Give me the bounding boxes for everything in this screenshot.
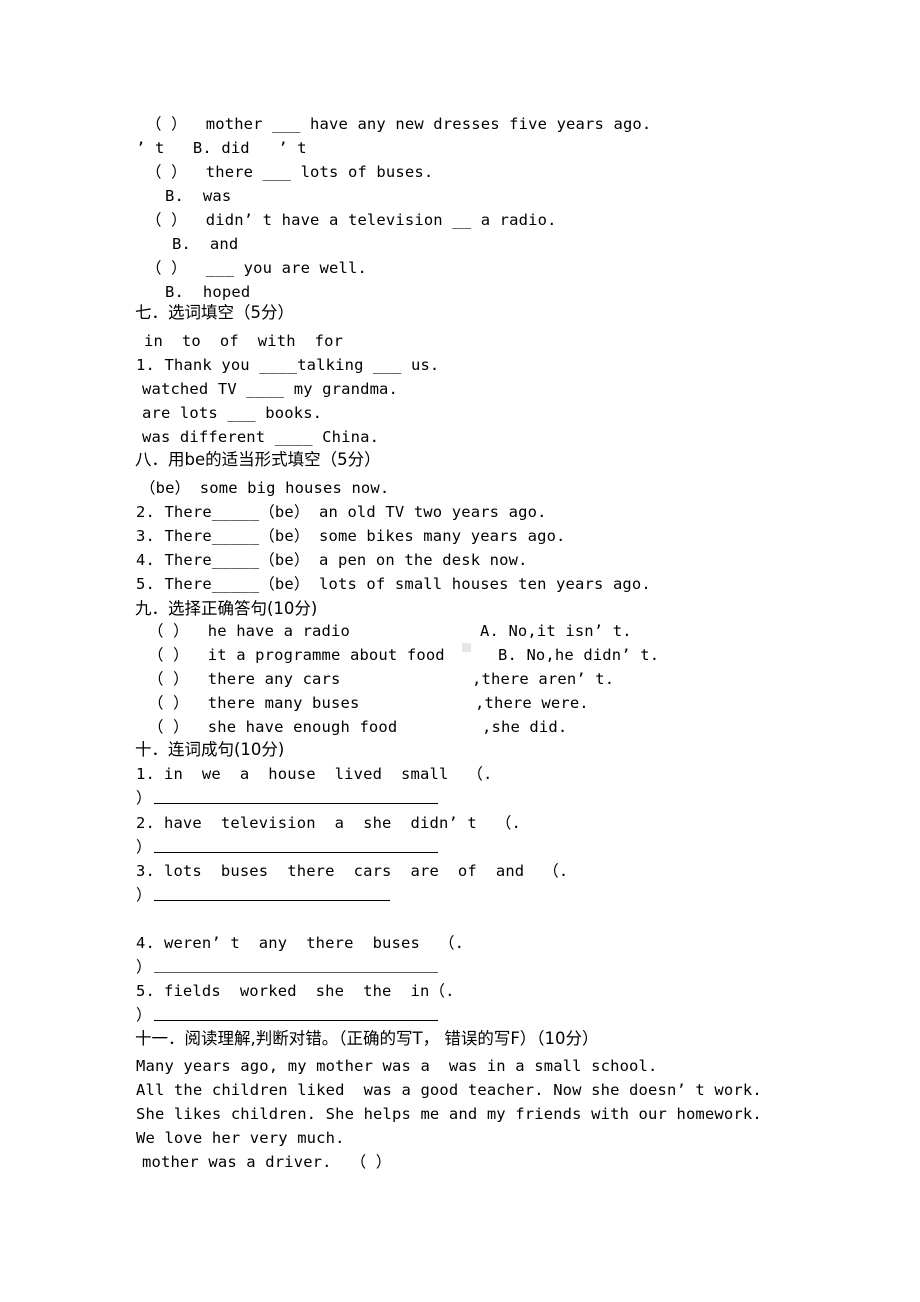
question-options: B. and	[172, 235, 239, 253]
passage-line: Many years ago, my mother was a was in a…	[136, 1057, 658, 1075]
question-line: （ ） there ___ lots of buses.	[146, 163, 434, 181]
word-order-item: 2. have television a she didn’ t （.	[136, 815, 521, 831]
be-form-item: 3. There_____（be） some bikes many years …	[136, 527, 566, 545]
item-number: 2.	[136, 814, 155, 832]
item-words: in we a house lived small （.	[163, 765, 493, 783]
match-question: （ ） it a programme about food	[148, 646, 445, 664]
match-answer: ,there aren’ t.	[472, 670, 615, 688]
question-line: （ ） didn’ t have a television __ a radio…	[146, 211, 557, 229]
answer-close-paren: ）	[136, 886, 152, 904]
item-words: fields worked she the in（.	[163, 982, 455, 1000]
item-words: lots buses there cars are of and （.	[163, 862, 569, 880]
item-number: 1.	[136, 765, 155, 783]
fill-blank-item: are lots ___ books.	[142, 404, 323, 422]
item-words: weren’ t any there buses （.	[163, 934, 465, 952]
question-line: （ ） mother ___ have any new dresses five…	[146, 115, 652, 133]
item-number: 3.	[136, 862, 155, 880]
word-order-item: 1. in we a house lived small （.	[136, 766, 493, 782]
word-order-item: 3. lots buses there cars are of and （.	[136, 863, 568, 879]
match-question: （ ） there many buses	[148, 694, 360, 712]
fill-blank-item: was different ____ China.	[142, 428, 380, 446]
section-heading-seven: 七．选词填空（5分）	[135, 303, 294, 322]
be-form-item: 4. There_____（be） a pen on the desk now.	[136, 551, 528, 569]
answer-rule[interactable]	[154, 900, 390, 901]
be-form-item: （be） some big houses now.	[140, 479, 390, 497]
passage-line: She likes children. She helps me and my …	[136, 1105, 762, 1123]
word-bank: in to of with for	[144, 332, 344, 350]
word-order-item: 4. weren’ t any there buses （.	[136, 935, 464, 951]
true-false-statement: mother was a driver. （ ）	[142, 1153, 392, 1171]
match-answer: ,she did.	[482, 718, 568, 736]
passage-line: We love her very much.	[136, 1129, 345, 1147]
answer-rule[interactable]	[154, 1020, 438, 1021]
match-answer: A. No,it isn’ t.	[480, 622, 632, 640]
section-heading-eleven: 十一．阅读理解,判断对错。（正确的写T， 错误的写F）（10分）	[135, 1029, 599, 1048]
item-words: have television a she didn’ t （.	[163, 814, 521, 832]
answer-rule[interactable]	[154, 852, 438, 853]
match-question: （ ） he have a radio	[148, 622, 350, 640]
passage-line: All the children liked was a good teache…	[136, 1081, 762, 1099]
answer-close-paren: ）	[136, 958, 152, 976]
match-question: （ ） there any cars	[148, 670, 341, 688]
match-question: （ ） she have enough food	[148, 718, 398, 736]
answer-close-paren: ）	[136, 1006, 152, 1024]
fill-blank-item: watched TV ____ my grandma.	[142, 380, 399, 398]
match-answer: B. No,he didn’ t.	[498, 646, 660, 664]
answer-rule[interactable]	[154, 803, 438, 804]
question-options: B. hoped	[165, 283, 251, 301]
scan-artifact-dot	[462, 643, 471, 652]
exam-page: （ ） mother ___ have any new dresses five…	[0, 0, 920, 1302]
answer-close-paren: ）	[136, 789, 152, 807]
answer-rule[interactable]	[154, 972, 438, 973]
section-heading-ten: 十．连词成句(10分)	[135, 740, 285, 759]
be-form-item: 2. There_____（be） an old TV two years ag…	[136, 503, 547, 521]
question-line: （ ） ___ you are well.	[146, 259, 367, 277]
be-form-item: 5. There_____（be） lots of small houses t…	[136, 575, 651, 593]
fill-blank-item: 1. Thank you ____talking ___ us.	[136, 356, 440, 374]
question-options: B. was	[165, 187, 232, 205]
section-heading-eight: 八．用be的适当形式填空（5分）	[135, 450, 381, 469]
match-answer: ,there were.	[475, 694, 589, 712]
question-options: ’ t B. did ’ t	[136, 139, 307, 157]
section-heading-nine: 九．选择正确答句(10分)	[135, 599, 318, 618]
item-number: 4.	[136, 934, 155, 952]
answer-close-paren: ）	[136, 838, 152, 856]
item-number: 5.	[136, 982, 155, 1000]
word-order-item: 5. fields worked she the in（.	[136, 983, 455, 999]
